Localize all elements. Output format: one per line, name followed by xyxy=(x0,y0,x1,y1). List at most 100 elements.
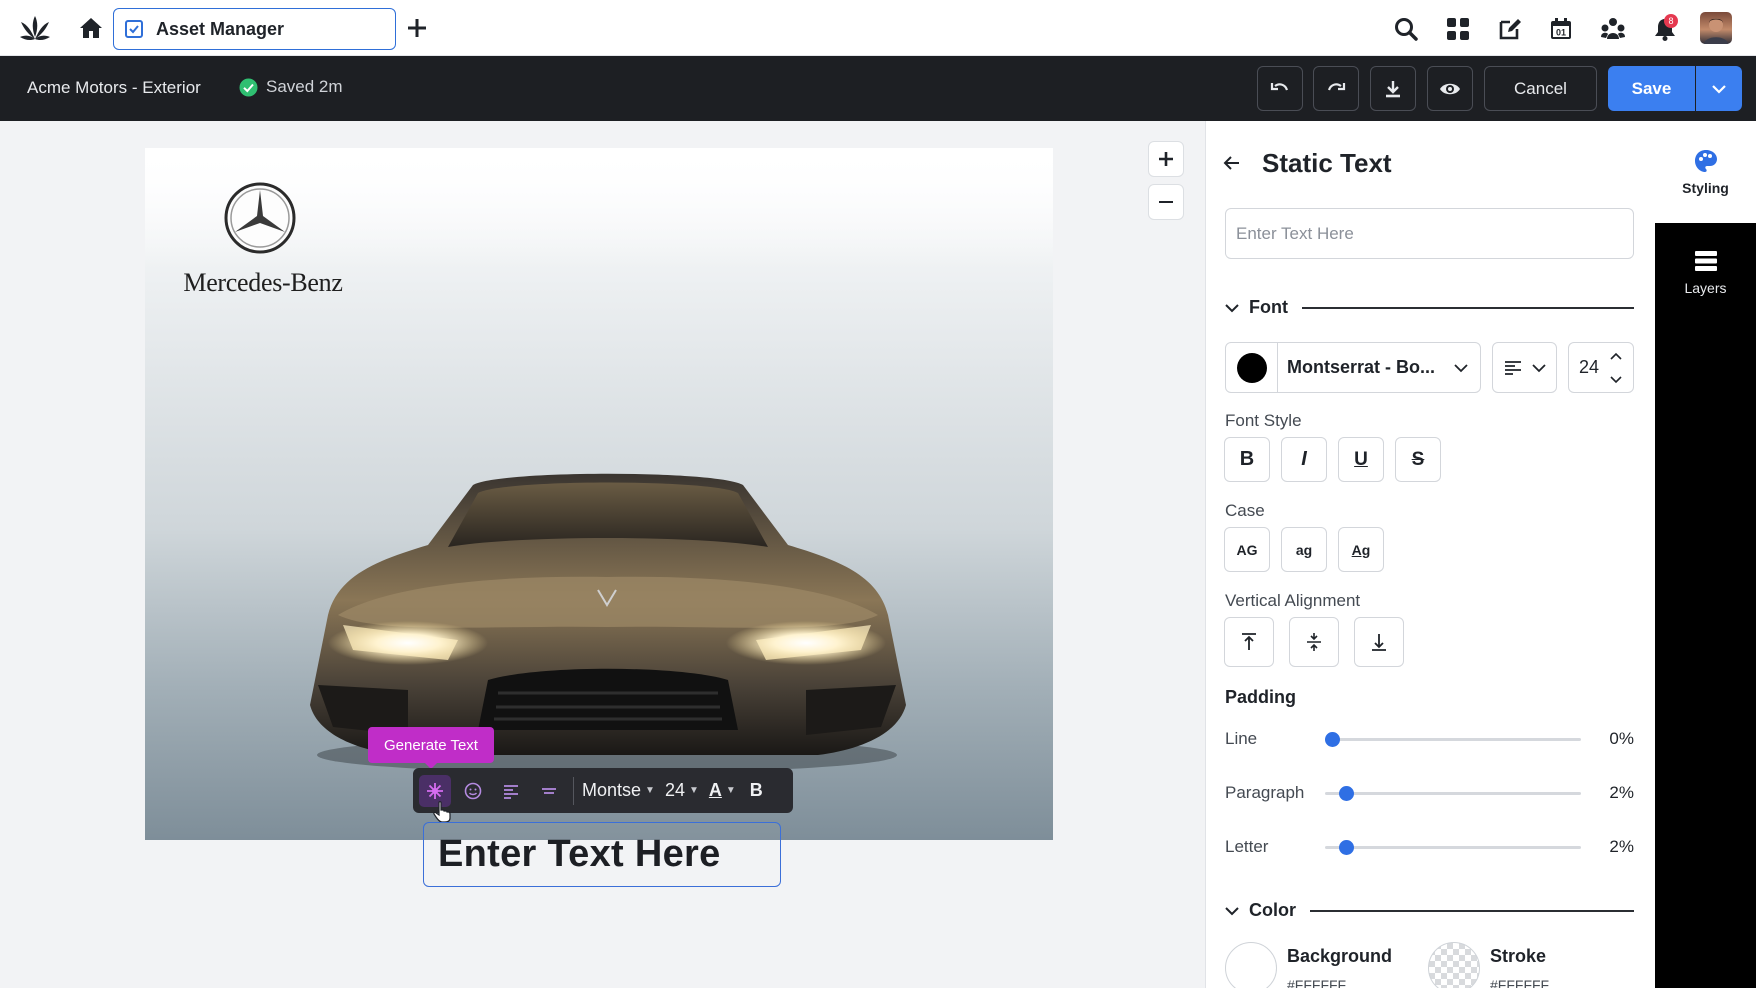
rail-label-layers: Layers xyxy=(1684,280,1727,296)
font-style-label: Font Style xyxy=(1225,411,1302,430)
font-size-input[interactable]: 24 xyxy=(1579,357,1609,378)
plus-icon xyxy=(1159,152,1173,166)
canvas-text-box[interactable]: Enter Text Here xyxy=(423,822,781,887)
app-logo-icon[interactable] xyxy=(18,13,52,43)
stroke-hex: #FFFFFF xyxy=(1490,977,1550,988)
font-family-select[interactable]: Montse ▼ xyxy=(582,780,655,801)
redo-icon xyxy=(1327,82,1346,90)
download-button[interactable] xyxy=(1370,66,1416,111)
brand-name[interactable]: Mercedes-Benz xyxy=(168,268,358,298)
background-color-swatch[interactable] xyxy=(1225,942,1277,988)
text-color-icon: A xyxy=(708,780,722,800)
avatar[interactable] xyxy=(1700,12,1732,44)
tab-asset-manager[interactable]: Asset Manager xyxy=(113,8,396,50)
rail-item-styling[interactable]: Styling xyxy=(1655,121,1756,223)
align-left-button[interactable] xyxy=(495,775,527,807)
slider-track[interactable] xyxy=(1325,846,1581,849)
font-size-select[interactable]: 24 ▼ xyxy=(665,780,699,801)
chevron-down-icon[interactable] xyxy=(1609,375,1623,385)
slider-handle[interactable] xyxy=(1339,840,1354,855)
align-middle-button[interactable] xyxy=(1289,617,1339,667)
cancel-button[interactable]: Cancel xyxy=(1484,66,1597,111)
stroke-label: Stroke xyxy=(1490,946,1547,966)
search-icon[interactable] xyxy=(1393,16,1419,42)
home-icon[interactable] xyxy=(78,16,104,40)
rail-item-layers[interactable]: Layers xyxy=(1655,248,1756,296)
palette-icon xyxy=(1694,150,1717,172)
floating-text-toolbar: Montse ▼ 24 ▼ A ▼ B xyxy=(413,768,793,813)
emoji-button[interactable] xyxy=(457,775,489,807)
community-icon[interactable] xyxy=(1600,16,1626,42)
font-color-picker[interactable] xyxy=(1226,343,1278,392)
lowercase-button[interactable]: ag xyxy=(1281,527,1327,572)
chevron-up-icon[interactable] xyxy=(1609,351,1623,361)
color-section-header[interactable]: Color xyxy=(1225,900,1634,921)
calendar-day: 01 xyxy=(1556,28,1566,38)
font-section-label: Font xyxy=(1249,297,1288,317)
line-spacing-button[interactable] xyxy=(533,775,565,807)
slider-track[interactable] xyxy=(1325,792,1581,795)
font-color-swatch xyxy=(1236,352,1267,383)
align-top-icon xyxy=(1242,633,1256,650)
save-options-button[interactable] xyxy=(1696,66,1742,111)
back-arrow-icon[interactable] xyxy=(1222,153,1242,173)
chevron-down-icon xyxy=(1531,363,1546,372)
background-hex: #FFFFFF xyxy=(1287,977,1347,988)
slider-handle[interactable] xyxy=(1339,786,1354,801)
plus-icon[interactable] xyxy=(405,16,429,40)
stroke-color-picker[interactable]: Stroke #FFFFFF xyxy=(1428,942,1549,988)
italic-style-button[interactable]: I xyxy=(1281,437,1327,482)
strikethrough-style-button[interactable]: S xyxy=(1395,437,1441,482)
chevron-down-icon: ▼ xyxy=(688,785,699,796)
section-divider xyxy=(1301,306,1634,309)
zoom-out-button[interactable] xyxy=(1148,184,1184,220)
letter-padding-slider[interactable]: Letter 2% xyxy=(1225,832,1634,862)
font-section-header[interactable]: Font xyxy=(1225,297,1634,318)
zoom-in-button[interactable] xyxy=(1148,141,1184,177)
text-align-dropdown[interactable] xyxy=(1492,342,1557,393)
slider-handle[interactable] xyxy=(1325,732,1340,747)
layers-icon xyxy=(1694,251,1717,271)
top-bar: Asset Manager 01 8 xyxy=(0,0,1756,56)
line-padding-slider[interactable]: Line 0% xyxy=(1225,724,1634,754)
background-color-picker[interactable]: Background #FFFFFF xyxy=(1225,942,1392,988)
underline-style-button[interactable]: U xyxy=(1338,437,1384,482)
paragraph-padding-slider[interactable]: Paragraph 2% xyxy=(1225,778,1634,808)
hand-cursor-icon xyxy=(433,801,451,823)
section-divider xyxy=(1310,909,1634,912)
color-section-label: Color xyxy=(1249,900,1296,920)
tab-label: Asset Manager xyxy=(156,18,285,39)
font-family-dropdown[interactable]: Montserrat - Bo... xyxy=(1225,342,1481,393)
download-icon xyxy=(1386,80,1400,97)
font-size-value: 24 xyxy=(664,780,685,800)
chevron-down-icon xyxy=(1225,303,1239,312)
stepper-arrows xyxy=(1609,351,1627,385)
align-bottom-button[interactable] xyxy=(1354,617,1404,667)
static-text-input[interactable] xyxy=(1225,208,1634,259)
uppercase-button[interactable]: AG xyxy=(1224,527,1270,572)
save-button[interactable]: Save xyxy=(1608,66,1695,111)
text-color-select[interactable]: A ▼ xyxy=(709,780,736,801)
stroke-color-swatch[interactable] xyxy=(1428,942,1480,988)
font-size-stepper[interactable]: 24 xyxy=(1568,342,1634,393)
align-bottom-icon xyxy=(1372,634,1386,651)
generate-text-tooltip[interactable]: Generate Text xyxy=(368,727,494,769)
slider-value: 0% xyxy=(1609,729,1634,748)
bold-style-button[interactable]: B xyxy=(1224,437,1270,482)
undo-button[interactable] xyxy=(1257,66,1303,111)
slider-label: Letter xyxy=(1225,837,1269,856)
align-top-button[interactable] xyxy=(1224,617,1274,667)
preview-button[interactable] xyxy=(1427,66,1473,111)
chevron-down-icon: ▼ xyxy=(645,785,655,796)
bold-button[interactable]: B xyxy=(750,780,763,801)
compose-icon[interactable] xyxy=(1497,16,1523,42)
slider-track[interactable] xyxy=(1325,738,1581,741)
calendar-icon[interactable]: 01 xyxy=(1548,16,1574,42)
eye-icon xyxy=(1440,83,1460,94)
redo-button[interactable] xyxy=(1313,66,1359,111)
titlecase-button[interactable]: Ag xyxy=(1338,527,1384,572)
font-family-name: Montserrat - Bo... xyxy=(1287,357,1436,377)
mercedes-star-logo-icon[interactable] xyxy=(223,181,297,255)
rail-label-styling: Styling xyxy=(1682,180,1729,196)
apps-grid-icon[interactable] xyxy=(1445,16,1471,42)
